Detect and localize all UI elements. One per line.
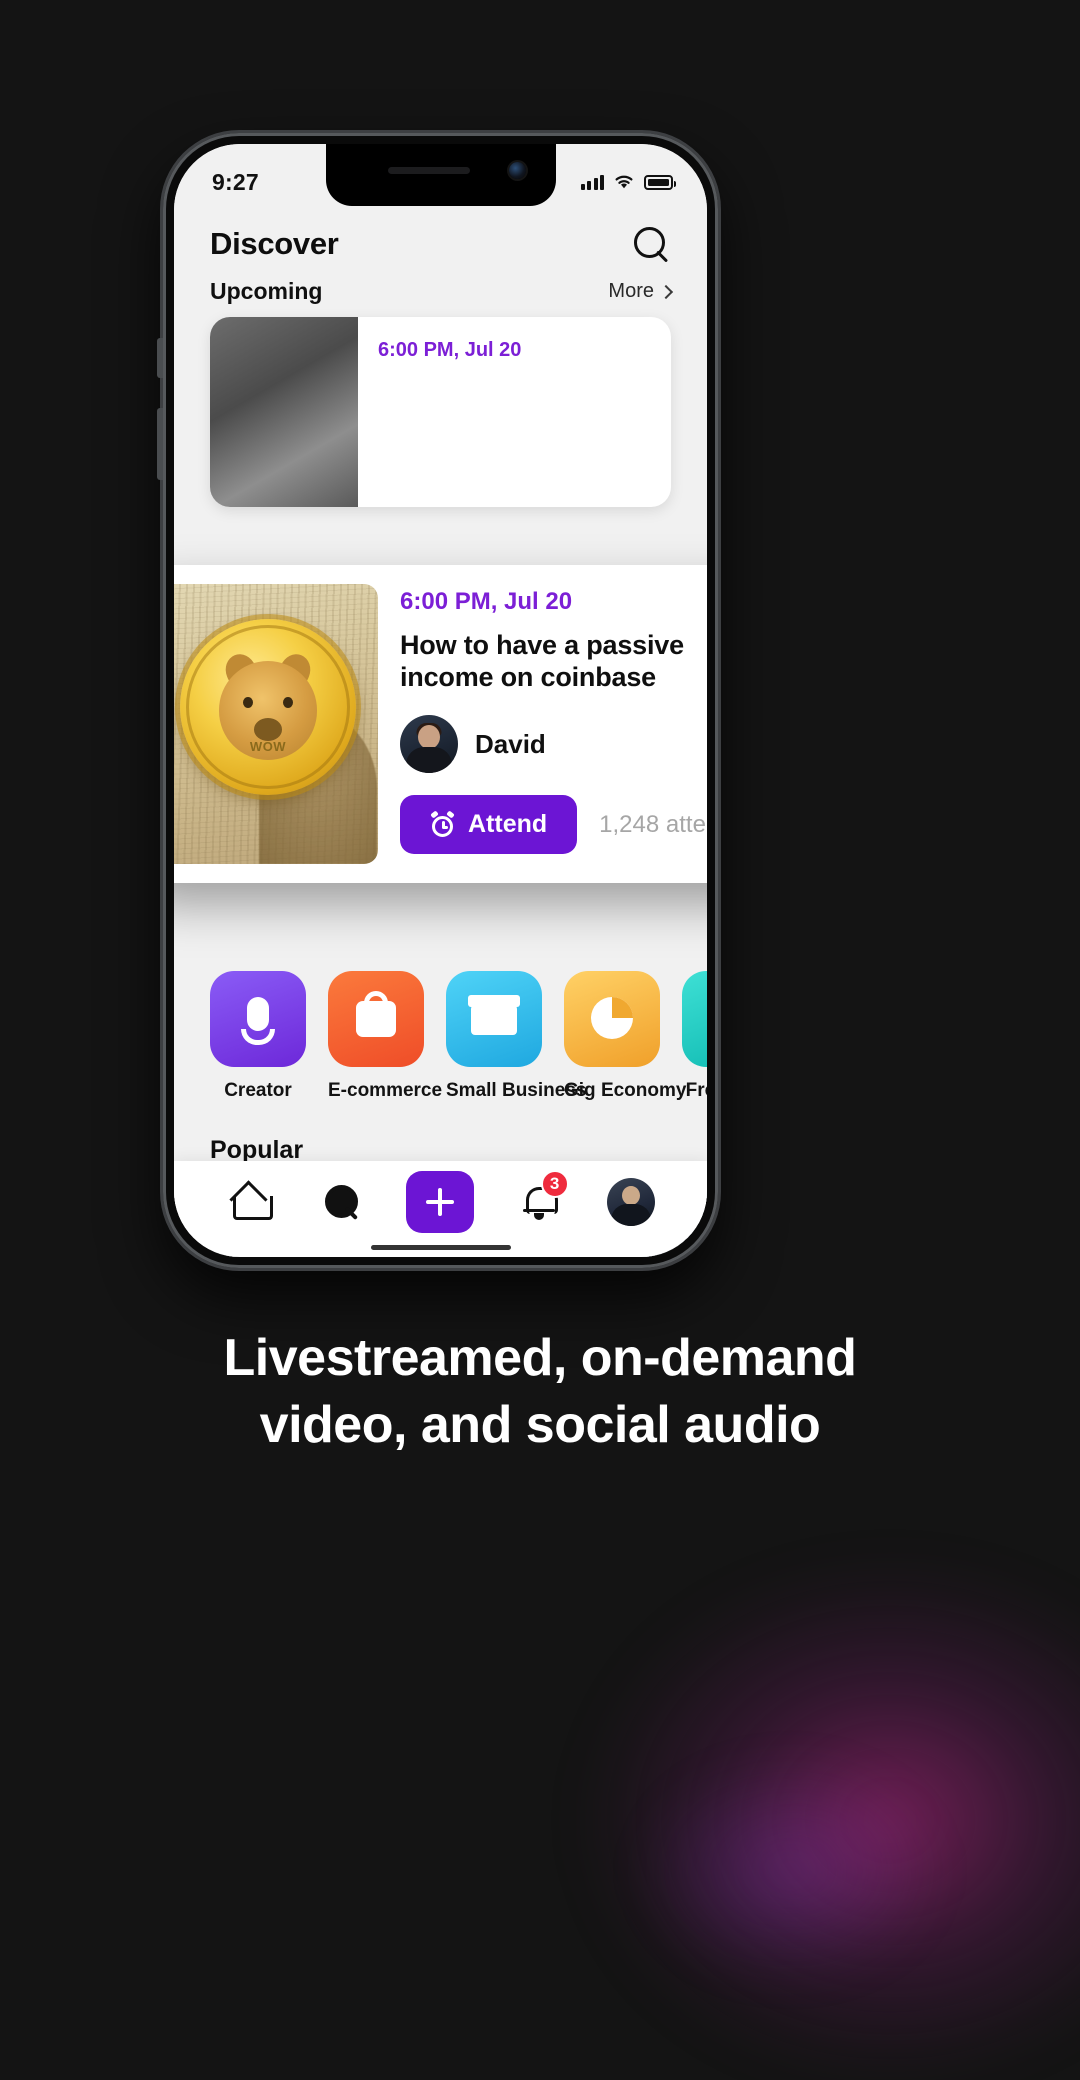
host-avatar	[400, 715, 458, 774]
featured-event-time: 6:00 PM, Jul 20	[400, 588, 573, 615]
bottom-navigation: 3	[174, 1161, 707, 1257]
host-name: David	[475, 728, 546, 759]
nav-notifications[interactable]: 3	[511, 1170, 569, 1230]
earpiece-speaker	[387, 167, 470, 174]
clock-hand-icon	[591, 997, 633, 1039]
status-time: 9:27	[212, 168, 259, 195]
app-content: Discover Upcoming More 6:00 PM, Jul 20 W…	[174, 144, 707, 1257]
upcoming-card-background[interactable]: 6:00 PM, Jul 20	[210, 317, 671, 507]
featured-event-title: How to have a passive income on coinbase	[400, 630, 684, 693]
more-label: More	[608, 280, 654, 302]
battery-icon	[644, 174, 676, 190]
wifi-icon	[615, 175, 633, 189]
attend-label: Attend	[468, 810, 548, 839]
nav-create[interactable]	[406, 1171, 475, 1233]
marketing-caption: Livestreamed, on-demand video, and socia…	[0, 1325, 1080, 1458]
background-glow-secondary	[640, 1760, 940, 1980]
featured-event-actions: Attend 1,248 attendees	[400, 795, 707, 855]
storefront-icon	[471, 1005, 517, 1035]
category-tile	[210, 971, 306, 1067]
featured-event-card[interactable]: WOW 6:00 PM, Jul 20 How to have a passiv…	[174, 565, 707, 883]
shopping-bag-icon	[356, 1001, 396, 1037]
category-label: Freelance	[685, 1080, 707, 1101]
alarm-clock-icon	[430, 810, 455, 838]
search-icon[interactable]	[631, 224, 671, 264]
category-item-gig-economy[interactable]: Gig Economy	[564, 971, 687, 1102]
plus-icon	[426, 1188, 455, 1216]
category-item-small-business[interactable]: Small Business	[446, 971, 587, 1102]
status-icons	[580, 174, 676, 190]
search-icon	[325, 1185, 359, 1219]
page-title: Discover	[210, 226, 339, 261]
nav-home[interactable]	[222, 1174, 278, 1230]
event-cover-image: WOW	[174, 584, 378, 864]
upcoming-more-button[interactable]: More	[608, 280, 674, 303]
nav-search[interactable]	[314, 1174, 370, 1230]
doge-wow-text: WOW	[249, 738, 287, 754]
avatar-body	[406, 747, 452, 774]
nav-profile[interactable]	[603, 1174, 659, 1230]
featured-event-body: 6:00 PM, Jul 20 How to have a passive in…	[400, 584, 707, 864]
home-indicator	[370, 1245, 511, 1250]
category-tile	[446, 971, 542, 1067]
category-item-creator[interactable]: Creator	[210, 971, 306, 1102]
cellular-signal-icon	[580, 174, 604, 190]
upcoming-title: Upcoming	[210, 278, 323, 304]
category-label: Gig Economy	[564, 1080, 687, 1101]
category-label: E-commerce	[328, 1080, 443, 1101]
upcoming-carousel: 6:00 PM, Jul 20 WOW 6:00 PM, Jul 20 How …	[174, 317, 707, 883]
featured-event-host[interactable]: David	[400, 715, 707, 774]
home-icon	[233, 1187, 274, 1220]
category-tile	[682, 971, 707, 1067]
dogecoin-icon: WOW	[180, 619, 356, 796]
front-camera-icon	[508, 162, 526, 179]
attend-button[interactable]: Attend	[400, 795, 578, 855]
category-tile	[328, 971, 424, 1067]
notification-badge: 3	[540, 1170, 569, 1198]
phone-mockup: 9:27 Discover Upcoming More 6:00 PM, Jul…	[157, 133, 718, 1268]
event-thumbnail	[210, 317, 358, 507]
phone-screen: 9:27 Discover Upcoming More 6:00 PM, Jul…	[174, 144, 707, 1257]
category-list: Creator E-commerce Small Business Gig Ec…	[174, 971, 707, 1102]
category-tile	[564, 971, 660, 1067]
avatar-head	[418, 725, 440, 750]
upcoming-section-header: Upcoming More	[174, 268, 707, 311]
phone-notch	[325, 144, 556, 206]
event-info: 6:00 PM, Jul 20	[358, 317, 541, 507]
category-item-freelance[interactable]: Freelance	[682, 971, 707, 1102]
popular-title: Popular	[210, 1136, 304, 1164]
background-glow	[580, 1560, 1080, 2080]
category-label: Creator	[224, 1080, 292, 1101]
chevron-right-icon	[658, 284, 674, 299]
event-time: 6:00 PM, Jul 20	[378, 339, 522, 361]
category-label: Small Business	[446, 1080, 587, 1101]
category-item-ecommerce[interactable]: E-commerce	[328, 971, 443, 1102]
caption-line-2: video, and social audio	[259, 1395, 821, 1454]
app-header: Discover	[174, 206, 707, 268]
caption-line-1: Livestreamed, on-demand	[223, 1329, 857, 1387]
avatar	[606, 1178, 655, 1226]
microphone-icon	[247, 997, 269, 1031]
attendees-count: 1,248 attendees	[599, 810, 707, 838]
microphone-base-icon	[241, 1029, 275, 1045]
